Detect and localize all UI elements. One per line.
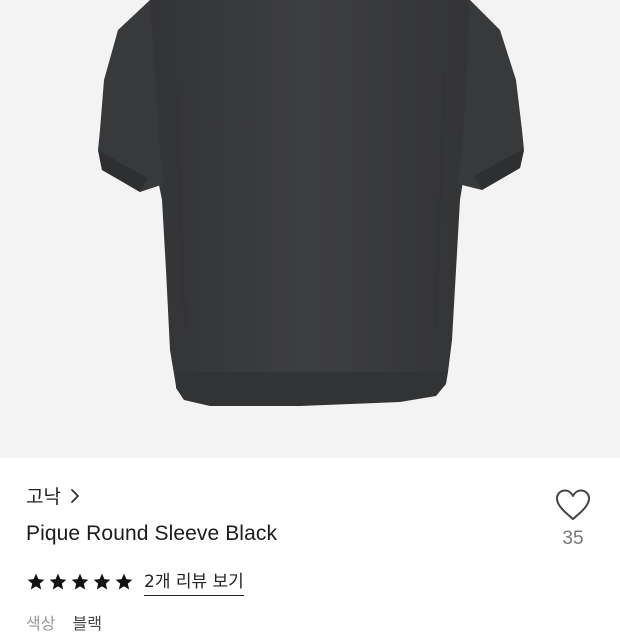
option-label: 색상	[26, 614, 56, 633]
tshirt-image	[98, 0, 524, 406]
product-title: Pique Round Sleeve Black	[26, 522, 278, 545]
star-filled-icon	[71, 573, 89, 589]
rating-stars	[26, 572, 134, 592]
product-info-panel: 고낙 Pique Round Sleeve Black 35 2개 리뷰 보기 …	[0, 458, 620, 633]
option-row-partial: 색상 블랙	[26, 610, 102, 634]
star-filled-icon	[93, 573, 111, 589]
heart-outline-icon	[556, 489, 590, 520]
brand-link[interactable]: 고낙	[26, 482, 81, 509]
star-filled-icon	[115, 573, 133, 589]
like-count: 35	[562, 528, 584, 549]
product-photo[interactable]	[0, 0, 620, 458]
option-value: 블랙	[72, 614, 102, 633]
star-filled-icon	[49, 573, 67, 589]
star-filled-icon	[27, 573, 45, 589]
chevron-right-icon	[71, 488, 79, 503]
like-button[interactable]: 35	[548, 488, 598, 550]
brand-name: 고낙	[26, 486, 61, 508]
view-reviews-link[interactable]: 2개 리뷰 보기	[144, 567, 244, 596]
rating-row: 2개 리뷰 보기	[26, 567, 244, 596]
